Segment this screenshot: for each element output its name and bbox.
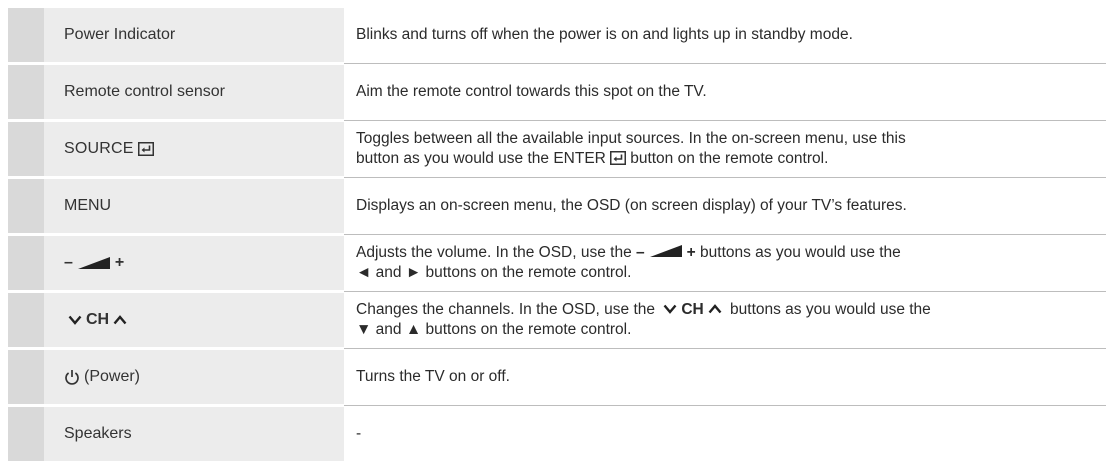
row-divider [344, 234, 1106, 235]
control-label: Power Indicator [64, 26, 176, 43]
up-arrow-icon: ▲ [405, 321, 422, 338]
table-row: Remote control sensor Aim the remote con… [8, 65, 1106, 121]
volume-wedge-icon [649, 245, 682, 257]
description-cell: Turns the TV on or off. [344, 350, 1106, 404]
left-arrow-icon: ◄ [356, 264, 372, 281]
row-strip [8, 350, 44, 404]
row-strip [8, 122, 44, 176]
row-strip [8, 293, 44, 347]
volume-minus-label: – [64, 254, 73, 271]
down-arrow-icon: ▼ [356, 321, 372, 338]
control-cell: (Power) [44, 350, 344, 404]
description-text: Turns the TV on or off. [356, 368, 510, 385]
table-row: (Power) Turns the TV on or off. [8, 350, 1106, 406]
control-cell: – + [44, 236, 344, 290]
description-cell: Blinks and turns off when the power is o… [344, 8, 1106, 62]
control-label: – + [44, 254, 124, 272]
description-text: Blinks and turns off when the power is o… [356, 26, 853, 43]
control-label: (Power) [44, 368, 140, 386]
row-divider [344, 405, 1106, 406]
volume-wedge-icon [77, 257, 110, 269]
table-row: SOURCE Toggles between all the available… [8, 122, 1106, 178]
chevron-up-icon [113, 315, 127, 325]
control-label: Speakers [64, 425, 132, 442]
chevron-down-icon [68, 315, 82, 325]
control-cell: Remote control sensor [44, 65, 344, 119]
description-cell: Displays an on-screen menu, the OSD (on … [344, 179, 1106, 233]
description-cell: Changes the channels. In the OSD, use th… [344, 293, 1106, 347]
row-strip [8, 236, 44, 290]
control-label: CH [44, 311, 131, 329]
control-cell: Speakers [44, 407, 344, 461]
ch-label: CH [86, 311, 110, 328]
control-label: SOURCE [44, 140, 154, 158]
row-strip [8, 407, 44, 461]
table-row: Power Indicator Blinks and turns off whe… [8, 8, 1106, 64]
control-cell: MENU [44, 179, 344, 233]
table-row: – + Adjusts the volume. In the OSD, use … [8, 236, 1106, 292]
control-label: Remote control sensor [64, 83, 225, 100]
description-text: Changes the channels. In the OSD, use th… [356, 301, 931, 338]
chevron-down-icon [663, 304, 677, 314]
chevron-up-icon [708, 304, 722, 314]
description-text: Aim the remote control towards this spot… [356, 83, 707, 100]
row-divider [344, 291, 1106, 292]
power-icon [65, 370, 79, 385]
description-cell: Aim the remote control towards this spot… [344, 65, 1106, 119]
control-cell: CH [44, 293, 344, 347]
row-divider [344, 63, 1106, 64]
row-divider [344, 348, 1106, 349]
description-text: Displays an on-screen menu, the OSD (on … [356, 197, 907, 214]
control-cell: Power Indicator [44, 8, 344, 62]
table-row: CH Changes the channels. In the OSD, use… [8, 293, 1106, 349]
row-strip [8, 8, 44, 62]
volume-plus-label: + [114, 254, 125, 271]
source-label: SOURCE [64, 140, 134, 157]
description-text: Toggles between all the available input … [356, 130, 906, 167]
description-cell: Toggles between all the available input … [344, 122, 1106, 176]
enter-icon [609, 151, 626, 165]
control-cell: SOURCE [44, 122, 344, 176]
control-label: MENU [64, 197, 112, 214]
row-strip [8, 65, 44, 119]
table-row: Speakers - [8, 407, 1106, 461]
controls-table: Power Indicator Blinks and turns off whe… [8, 8, 1106, 461]
description-text: - [356, 425, 362, 442]
row-strip [8, 179, 44, 233]
enter-label: ENTER [553, 150, 606, 167]
right-arrow-icon: ► [405, 264, 422, 281]
enter-icon [137, 142, 154, 156]
row-divider [344, 120, 1106, 121]
row-divider [344, 177, 1106, 178]
description-cell: Adjusts the volume. In the OSD, use the … [344, 236, 1106, 290]
description-cell: - [344, 407, 1106, 461]
description-text: Adjusts the volume. In the OSD, use the … [356, 244, 901, 281]
table-row: MENU Displays an on-screen menu, the OSD… [8, 179, 1106, 235]
